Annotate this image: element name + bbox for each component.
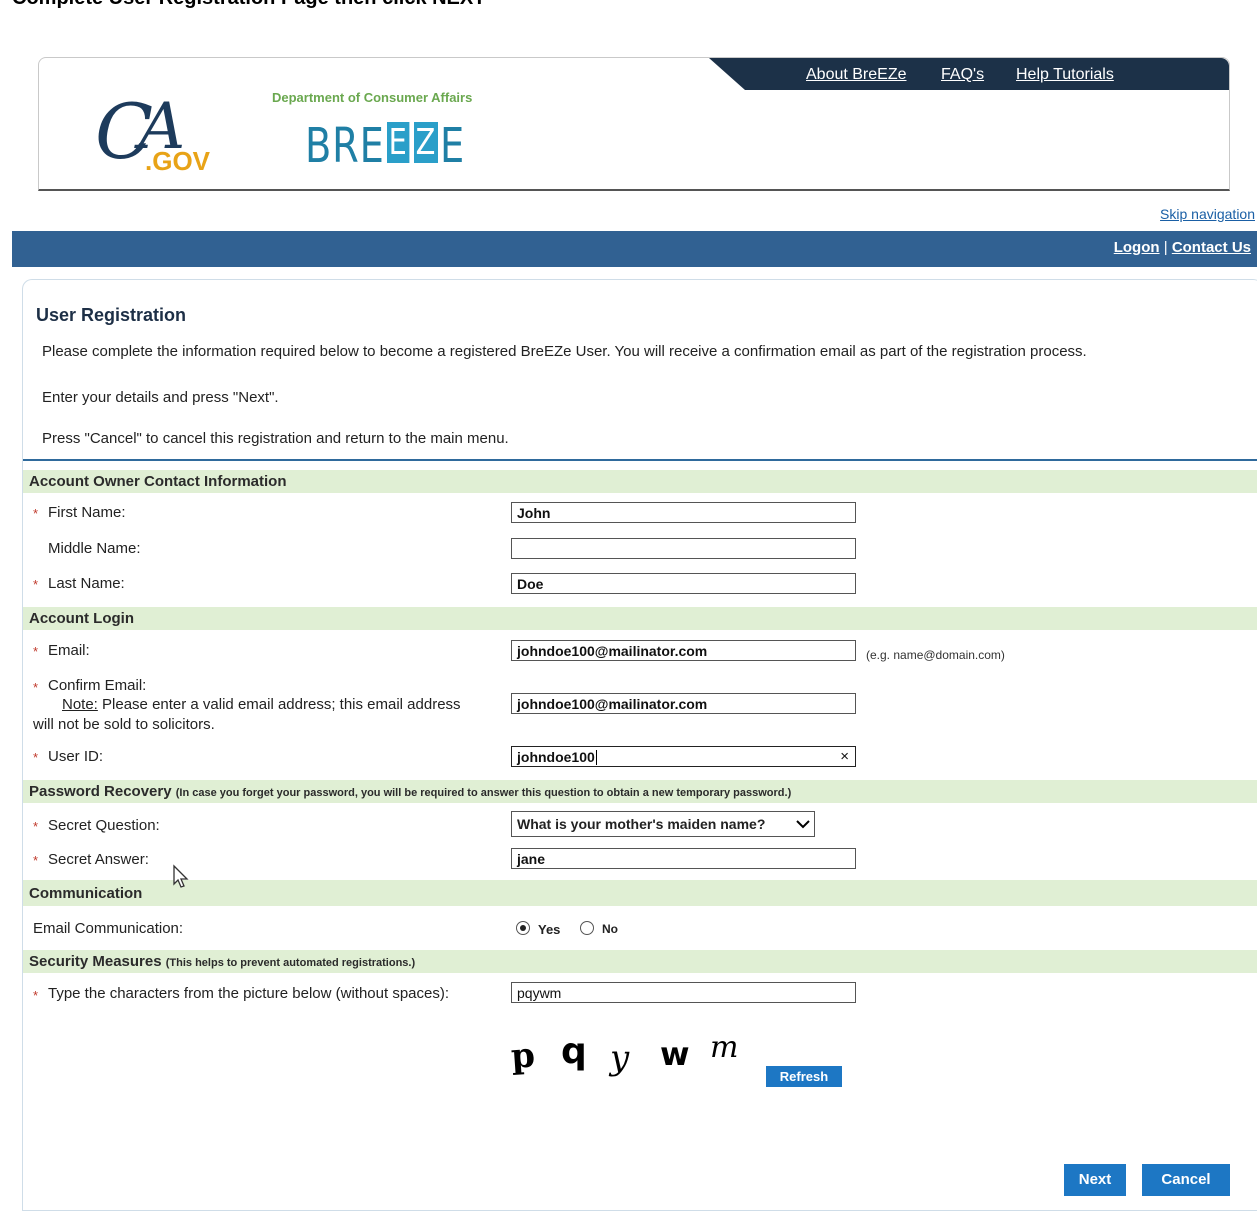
secret-answer-input[interactable]: jane [511,848,856,869]
last-name-label: Last Name: [48,575,125,592]
svg-text:y: y [608,1038,630,1077]
radio-yes-label: Yes [538,922,561,937]
department-name: Department of Consumer Affairs [272,90,473,105]
required-mark: * [33,750,39,765]
email-hint: (e.g. name@domain.com) [866,648,1005,662]
required-mark: * [33,853,39,868]
required-mark: * [33,680,39,695]
help-tutorials-link[interactable]: Help Tutorials [1016,66,1114,84]
section-account-login: Account Login [23,607,1257,630]
radio-no-label: No [602,922,618,936]
breeze-logo: BREE ZE [305,118,466,174]
svg-text:w: w [660,1035,690,1073]
last-name-input[interactable]: Doe [511,573,856,594]
confirm-email-input[interactable]: johndoe100@mailinator.com [511,693,856,714]
required-mark: * [33,819,39,834]
nav-bar: Logon | Contact Us [12,231,1257,267]
secret-question-label: Secret Question: [48,817,160,834]
user-id-input[interactable]: johndoe100 × [511,746,856,767]
secret-answer-label: Secret Answer: [48,851,149,868]
refresh-captcha-button[interactable]: Refresh [766,1066,842,1087]
site-header: About BreEZe FAQ's Help Tutorials C A .G… [38,57,1230,191]
email-label: Email: [48,642,90,659]
section-password-recovery: Password Recovery (In case you forget yo… [23,780,1257,803]
section-security-measures: Security Measures (This helps to prevent… [23,950,1257,973]
middle-name-input[interactable] [511,538,856,559]
chevron-down-icon [796,820,810,829]
skip-navigation-link[interactable]: Skip navigation [1160,206,1255,222]
radio-no[interactable] [580,921,594,935]
section-contact-info: Account Owner Contact Information [23,470,1257,493]
svg-text:q: q [561,1031,587,1072]
first-name-input[interactable]: John [511,502,856,523]
confirm-email-note-cont: will not be sold to solicitors. [33,716,215,733]
required-mark: * [33,506,39,521]
logon-link[interactable]: Logon [1114,239,1160,256]
page-title: User Registration [36,305,187,325]
ca-gov-suffix: .GOV [145,146,211,176]
intro-text: Please complete the information required… [42,343,1087,360]
radio-yes[interactable] [516,921,530,935]
email-communication-label: Email Communication: [33,920,184,937]
captcha-image: p q y w m [510,1030,739,1077]
middle-name-label: Middle Name: [48,540,141,557]
required-mark: * [33,988,39,1003]
confirm-email-label: Confirm Email: [48,677,147,694]
captcha-label: Type the characters from the picture bel… [48,985,450,1002]
cancel-button[interactable]: Cancel [1142,1164,1230,1196]
secret-question-select[interactable]: What is your mother's maiden name? [511,811,815,837]
ca-gov-logo[interactable]: C A .GOV [93,76,243,176]
divider [23,459,1257,461]
clear-icon[interactable]: × [840,748,849,765]
first-name-label: First Name: [48,504,126,521]
mouse-cursor-icon [173,864,189,888]
user-id-label: User ID: [48,748,104,765]
contact-us-link[interactable]: Contact Us [1172,239,1251,256]
required-mark: * [33,644,39,659]
svg-text:p: p [510,1035,537,1077]
svg-text:m: m [710,1030,738,1065]
about-breeze-link[interactable]: About BreEZe [806,66,907,84]
captcha-input[interactable]: pqywm [511,982,856,1003]
nav-separator: | [1163,239,1168,256]
required-mark: * [33,577,39,592]
faq-link[interactable]: FAQ's [941,66,984,84]
section-communication: Communication [23,880,1257,906]
confirm-email-note: Note: Please enter a valid email address… [62,696,461,713]
intro-cancel-text: Press "Cancel" to cancel this registrati… [42,430,509,447]
next-button[interactable]: Next [1064,1164,1126,1196]
instruction-text: Complete User Registration Page then cli… [12,0,485,10]
email-input[interactable]: johndoe100@mailinator.com [511,640,856,661]
intro-next-text: Enter your details and press "Next". [42,389,279,406]
